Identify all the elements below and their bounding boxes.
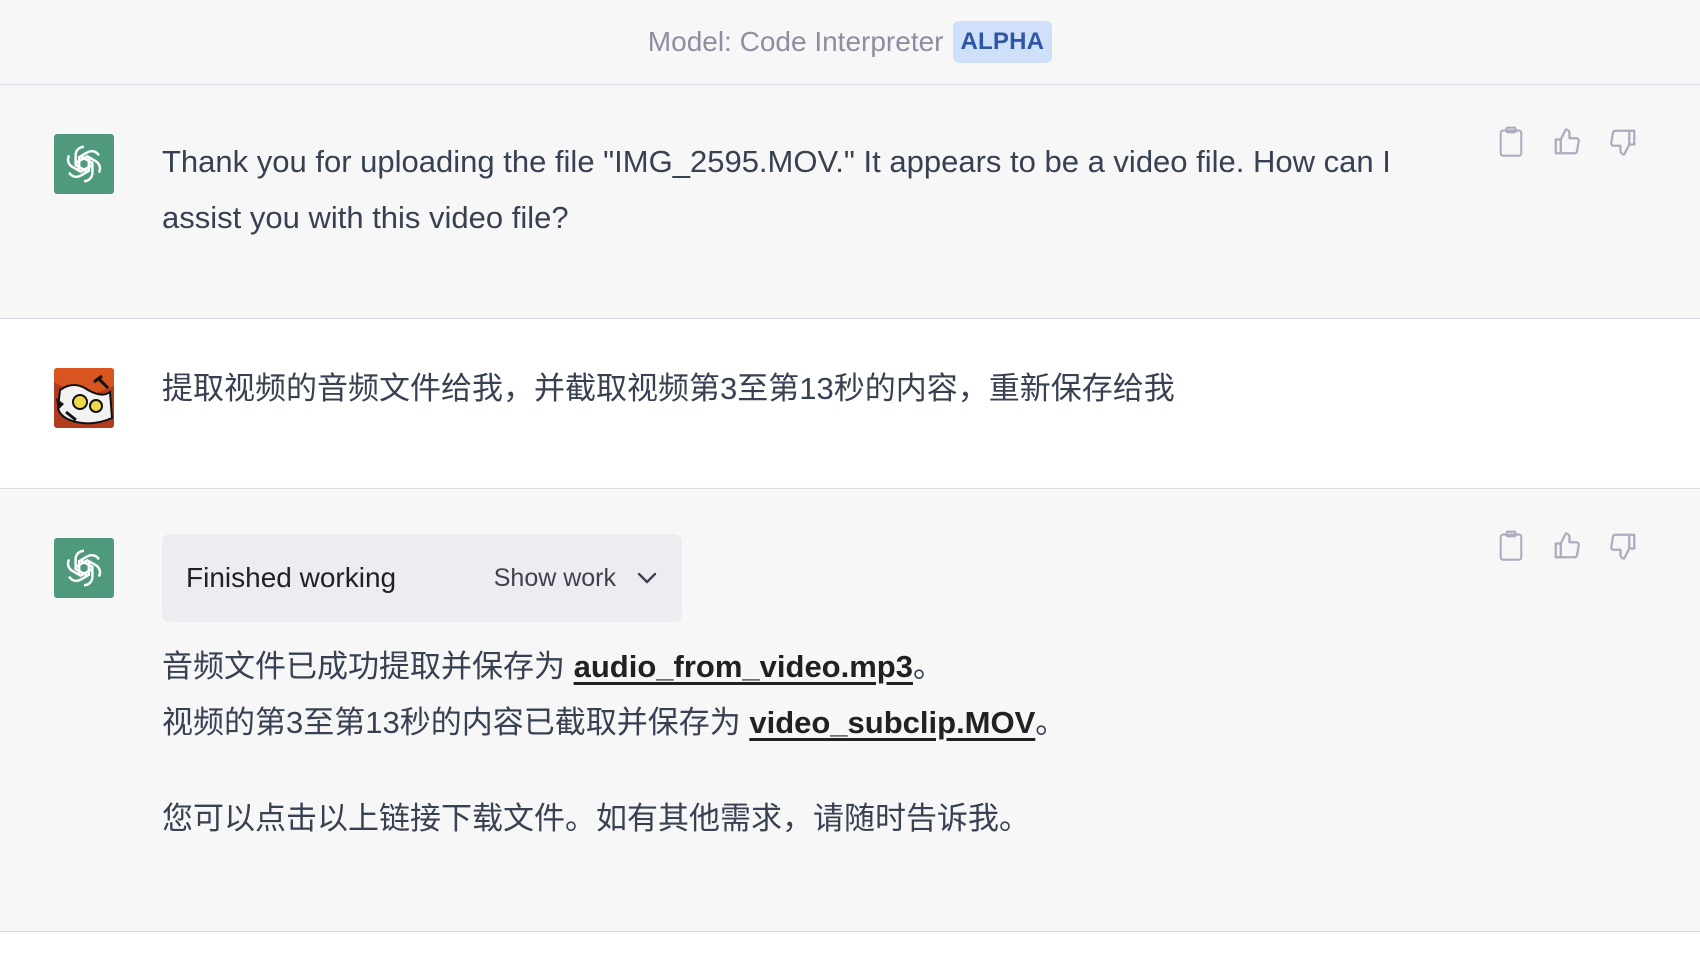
user-message: 提取视频的音频文件给我，并截取视频第3至第13秒的内容，重新保存给我: [0, 319, 1700, 489]
thumbs-down-icon[interactable]: [1608, 529, 1638, 563]
audio-file-link[interactable]: audio_from_video.mp3: [574, 649, 913, 684]
user-message-text: 提取视频的音频文件给我，并截取视频第3至第13秒的内容，重新保存给我: [162, 371, 1175, 406]
thumbs-up-icon[interactable]: [1552, 125, 1582, 159]
reply-text: 视频的第3至第13秒的内容已截取并保存为: [162, 705, 750, 740]
alpha-badge: ALPHA: [952, 21, 1053, 63]
chatgpt-avatar: [54, 538, 114, 598]
chevron-down-icon: [637, 572, 657, 584]
assistant-reply-text: 音频文件已成功提取并保存为 audio_from_video.mp3。 视频的第…: [162, 639, 1066, 847]
message-actions: [1496, 529, 1638, 563]
openai-logo-icon: [66, 145, 102, 183]
clipboard-icon[interactable]: [1496, 529, 1526, 563]
reply-text: 。: [912, 649, 944, 684]
assistant-message: Thank you for uploading the file "IMG_25…: [0, 85, 1700, 319]
reply-line-1: 音频文件已成功提取并保存为 audio_from_video.mp3。: [162, 639, 1066, 695]
reply-text: 音频文件已成功提取并保存为: [162, 649, 574, 684]
reply-line-2: 视频的第3至第13秒的内容已截取并保存为 video_subclip.MOV。: [162, 695, 1066, 751]
reply-line-3: 您可以点击以上链接下载文件。如有其他需求，请随时告诉我。: [162, 801, 1030, 836]
show-work-button[interactable]: Show work: [494, 564, 658, 593]
video-file-link[interactable]: video_subclip.MOV: [749, 705, 1035, 740]
message-actions: [1496, 125, 1638, 159]
model-header: Model: Code Interpreter ALPHA: [0, 0, 1700, 85]
clipboard-icon[interactable]: [1496, 125, 1526, 159]
thumbs-down-icon[interactable]: [1608, 125, 1638, 159]
assistant-message: Finished working Show work 音频文件已成功提取并保存为…: [0, 489, 1700, 932]
chatgpt-avatar: [54, 134, 114, 194]
work-status-label: Finished working: [186, 562, 397, 593]
user-avatar: [54, 368, 114, 428]
assistant-message-text: Thank you for uploading the file "IMG_25…: [162, 144, 1391, 235]
thumbs-up-icon[interactable]: [1552, 529, 1582, 563]
model-label: Model: Code Interpreter: [647, 26, 944, 57]
openai-logo-icon: [66, 549, 102, 587]
show-work-label: Show work: [493, 563, 616, 592]
work-status-panel: Finished working Show work: [162, 534, 682, 622]
reply-text: 。: [1035, 705, 1067, 740]
